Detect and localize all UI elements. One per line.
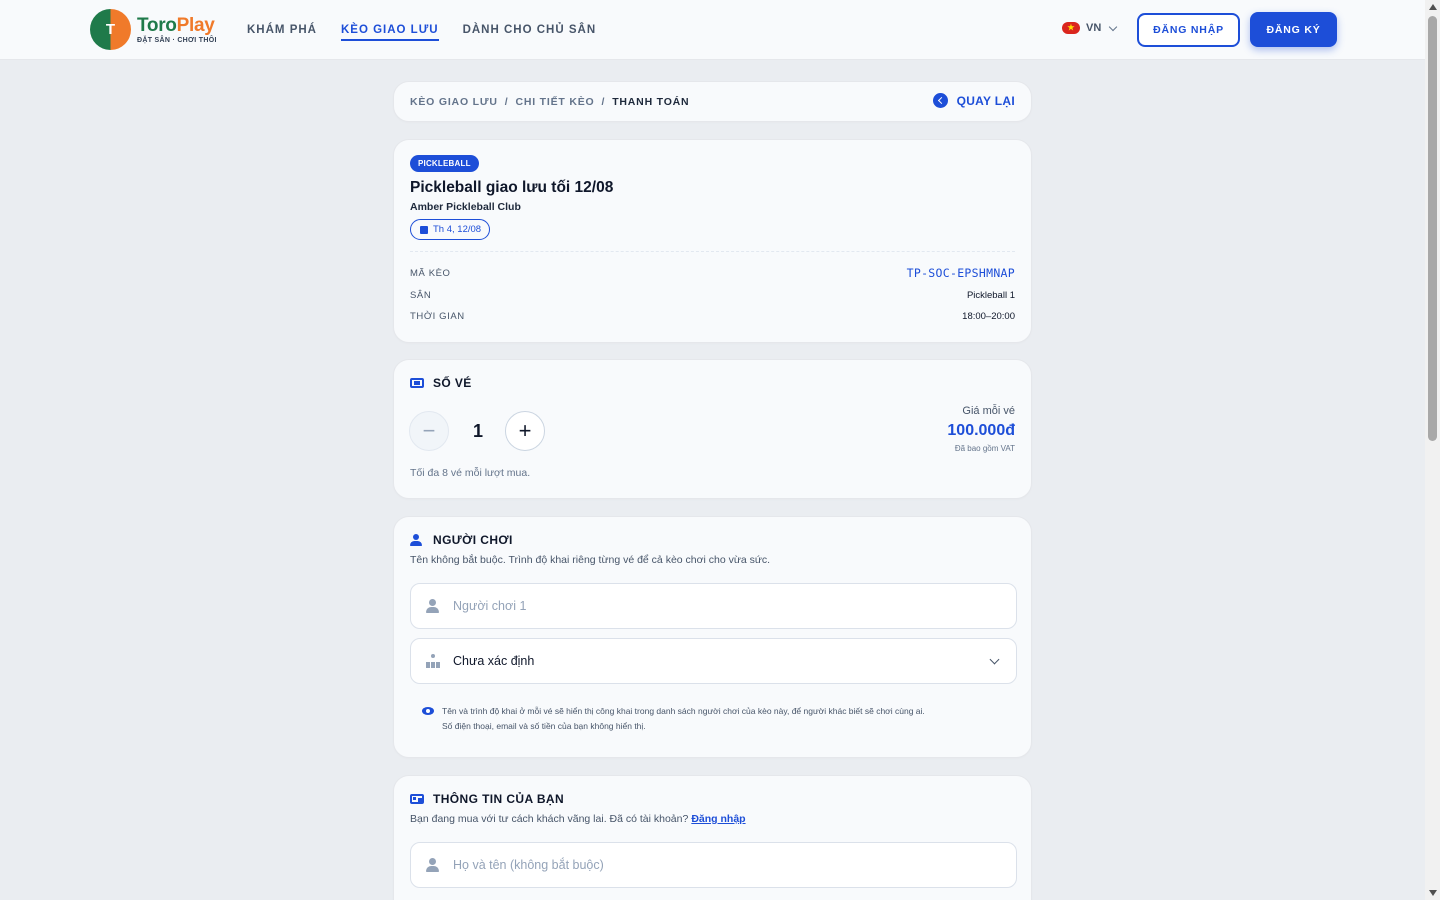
match-code-label: MÃ KÈO — [410, 267, 451, 279]
match-date: Th 4, 12/08 — [433, 224, 482, 235]
calendar-icon — [420, 225, 428, 234]
nav-social-matches[interactable]: KÈO GIAO LƯU — [340, 0, 439, 60]
breadcrumb-separator: / — [504, 96, 509, 108]
time-value: 18:00–20:00 — [962, 311, 1015, 322]
ticket-quantity-card: SỐ VÉ − 1 + Giá mỗi vé 100.000đ Đã bao g… — [393, 359, 1032, 499]
your-info-card: THÔNG TIN CỦA BẠN Bạn đang mua với tư cá… — [393, 775, 1032, 900]
match-code-value: TP-SOC-EPSHMNAP — [906, 266, 1015, 280]
flag-vn-icon: ★ — [1062, 22, 1080, 34]
match-summary-card: PICKLEBALL Pickleball giao lưu tối 12/08… — [393, 139, 1032, 343]
player-name-placeholder: Người chơi 1 — [453, 599, 527, 613]
vat-note: Đã bao gồm VAT — [954, 444, 1015, 453]
login-button[interactable]: ĐĂNG NHẬP — [1137, 13, 1240, 47]
players-subtitle: Tên không bắt buộc. Trình độ khai riêng … — [410, 554, 771, 566]
sport-badge: PICKLEBALL — [410, 155, 479, 172]
court-row: SÂN Pickleball 1 — [410, 290, 1015, 301]
ticket-quantity: 1 — [472, 420, 483, 441]
breadcrumb-match-detail[interactable]: CHI TIẾT KÈO — [515, 96, 594, 108]
chevron-down-icon — [989, 654, 1000, 665]
your-info-heading: THÔNG TIN CỦA BẠN — [433, 792, 565, 806]
user-edit-icon — [410, 534, 424, 546]
breadcrumb-separator: / — [601, 96, 606, 108]
divider — [410, 251, 1015, 252]
nav-for-owners[interactable]: DÀNH CHO CHỦ SÂN — [463, 0, 597, 60]
breadcrumb: KÈO GIAO LƯU / CHI TIẾT KÈO / THANH TOÁN — [410, 96, 689, 108]
breadcrumb-checkout: THANH TOÁN — [612, 96, 690, 108]
page-scrollbar[interactable] — [1425, 0, 1440, 900]
increase-quantity-button[interactable]: + — [505, 411, 545, 451]
breadcrumb-social-matches[interactable]: KÈO GIAO LƯU — [410, 96, 498, 108]
breadcrumb-bar: KÈO GIAO LƯU / CHI TIẾT KÈO / THANH TOÁN… — [393, 81, 1032, 122]
guest-notice: Bạn đang mua với tư cách khách vãng lai.… — [410, 813, 689, 825]
scroll-down-arrow-icon[interactable] — [1429, 890, 1437, 896]
top-nav-bar: T ToroPlay ĐẶT SÂN · CHƠI THÔI KHÁM PHÁ … — [0, 0, 1425, 60]
privacy-note-line1: Tên và trình độ khai ở mỗi vé sẽ hiển th… — [442, 706, 925, 716]
chevron-left-icon — [932, 93, 948, 108]
brand-tagline: ĐẶT SÂN · CHƠI THÔI — [137, 36, 217, 44]
brand-name-part1: Toro — [137, 14, 177, 36]
match-code-row: MÃ KÈO TP-SOC-EPSHMNAP — [410, 266, 1015, 280]
price-per-ticket-label: Giá mỗi vé — [962, 405, 1015, 417]
login-link[interactable]: Đăng nhập — [691, 813, 745, 825]
register-button[interactable]: ĐĂNG KÝ — [1250, 12, 1337, 47]
brand-logo[interactable]: T ToroPlay ĐẶT SÂN · CHƠI THÔI — [90, 9, 217, 50]
ticket-heading: SỐ VÉ — [433, 376, 472, 390]
court-label: SÂN — [410, 290, 432, 301]
time-label: THỜI GIAN — [410, 311, 465, 322]
player-level-value: Chưa xác định — [453, 654, 535, 668]
back-label: QUAY LẠI — [956, 93, 1015, 108]
privacy-note: Tên và trình độ khai ở mỗi vé sẽ hiển th… — [422, 704, 925, 734]
players-heading: NGƯỜI CHƠI — [433, 533, 513, 547]
time-row: THỜI GIAN 18:00–20:00 — [410, 311, 1015, 322]
user-icon — [426, 858, 440, 872]
decrease-quantity-button[interactable]: − — [409, 411, 449, 451]
main-nav: KHÁM PHÁ KÈO GIAO LƯU DÀNH CHO CHỦ SÂN — [247, 0, 596, 60]
ticket-icon — [410, 378, 424, 388]
club-name: Amber Pickleball Club — [410, 201, 521, 213]
eye-icon — [422, 707, 434, 715]
player-level-select[interactable]: Chưa xác định — [410, 638, 1017, 684]
section-heading: NGƯỜI CHƠI — [410, 533, 513, 547]
player-name-input[interactable]: Người chơi 1 — [410, 583, 1017, 629]
id-card-icon — [410, 794, 424, 804]
players-card: NGƯỜI CHƠI Tên không bắt buộc. Trình độ … — [393, 516, 1032, 758]
court-value: Pickleball 1 — [966, 290, 1015, 301]
full-name-placeholder: Họ và tên (không bắt buộc) — [453, 858, 604, 872]
max-tickets-note: Tối đa 8 vé mỗi lượt mua. — [410, 467, 531, 479]
language-code: VN — [1086, 22, 1102, 34]
chevron-down-icon — [1109, 22, 1118, 31]
your-info-subtitle: Bạn đang mua với tư cách khách vãng lai.… — [410, 813, 746, 825]
full-name-input[interactable]: Họ và tên (không bắt buộc) — [410, 842, 1017, 888]
date-pill: Th 4, 12/08 — [410, 219, 491, 240]
brand-name: ToroPlay — [137, 14, 217, 36]
scroll-up-arrow-icon[interactable] — [1429, 4, 1437, 10]
scrollbar-thumb[interactable] — [1428, 16, 1437, 441]
back-button[interactable]: QUAY LẠI — [932, 93, 1015, 108]
brand-name-part2: Play — [176, 14, 215, 36]
match-title: Pickleball giao lưu tối 12/08 — [410, 179, 614, 196]
section-heading: SỐ VÉ — [410, 376, 472, 390]
price-per-ticket: 100.000đ — [947, 422, 1015, 439]
logo-mark: T — [90, 9, 131, 50]
privacy-note-line2: Số điện thoại, email và số tiền của bạn … — [442, 721, 646, 731]
level-icon — [426, 654, 440, 668]
user-icon — [426, 599, 440, 613]
nav-explore[interactable]: KHÁM PHÁ — [247, 0, 317, 60]
section-heading: THÔNG TIN CỦA BẠN — [410, 792, 564, 806]
language-switcher[interactable]: ★ VN — [1062, 22, 1118, 34]
